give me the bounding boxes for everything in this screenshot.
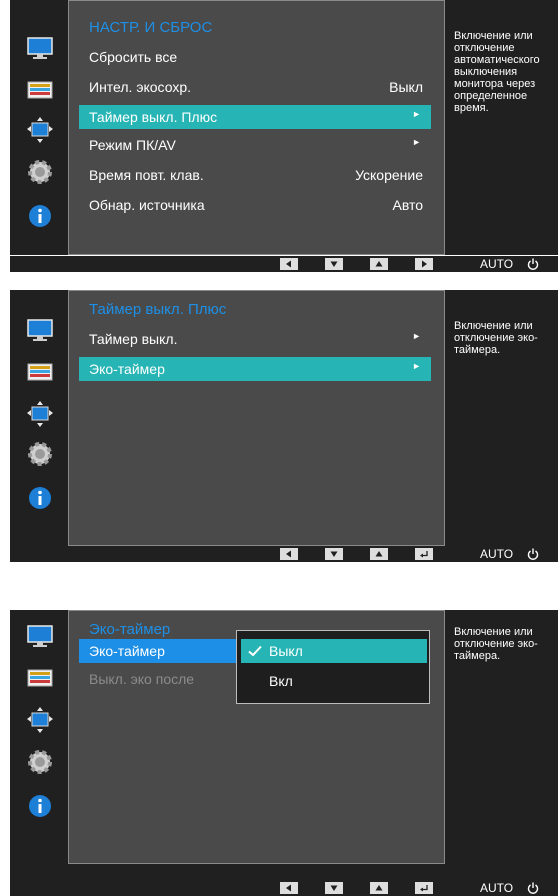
left-key-icon[interactable] (280, 882, 298, 894)
button-bar: AUTO (10, 256, 558, 272)
chevron-right-icon: ► (412, 109, 421, 119)
info-icon[interactable] (26, 792, 54, 820)
info-icon[interactable] (26, 202, 54, 230)
menu-item-label: Выкл. эко после (89, 671, 195, 687)
button-bar: AUTO (10, 546, 558, 562)
help-panel: Включение или отключение эко-таймера. (445, 610, 558, 864)
up-key-icon[interactable] (370, 882, 388, 894)
option-popup: Выкл Вкл (236, 630, 430, 704)
auto-button[interactable]: AUTO (480, 257, 513, 271)
chevron-right-icon: ► (412, 137, 421, 147)
osd-window: Эко-таймер Эко-таймер Выкл. эко после Вк… (10, 610, 558, 880)
power-icon[interactable] (526, 881, 540, 895)
option-on[interactable]: Вкл (241, 669, 427, 693)
help-text: Включение или отключение автоматического… (454, 30, 540, 114)
menu-item-label: Эко-таймер (89, 361, 165, 377)
chevron-right-icon: ► (412, 361, 421, 371)
checkmark-icon (248, 645, 262, 657)
menu-panel: Таймер выкл. Плюс Таймер выкл. ► Эко-тай… (68, 290, 445, 546)
menu-item-label: Интел. экосохр. (89, 79, 191, 95)
osd-screen-3: Эко-таймер Эко-таймер Выкл. эко после Вк… (10, 610, 558, 896)
auto-button[interactable]: AUTO (480, 881, 513, 895)
chevron-right-icon: ► (412, 331, 421, 341)
menu-item-value: Выкл (389, 79, 423, 95)
help-text: Включение или отключение эко-таймера. (454, 626, 538, 662)
option-off[interactable]: Выкл (241, 639, 427, 663)
size-position-icon[interactable] (26, 400, 54, 428)
osd-window: НАСТР. И СБРОС Сбросить все Интел. экосо… (10, 0, 558, 255)
option-label: Выкл (269, 643, 303, 659)
power-icon[interactable] (526, 547, 540, 561)
power-icon[interactable] (526, 257, 540, 271)
help-text: Включение или отключение эко-таймера. (454, 320, 538, 356)
auto-button[interactable]: AUTO (480, 547, 513, 561)
option-label: Вкл (269, 673, 293, 689)
button-bar: AUTO (10, 880, 558, 896)
menu-item-off-timer[interactable]: Таймер выкл. ► (79, 327, 431, 351)
menu-item-pc-av-mode[interactable]: Режим ПК/AV ► (79, 133, 431, 157)
menu-panel: НАСТР. И СБРОС Сбросить все Интел. экосо… (68, 0, 445, 255)
gear-icon[interactable] (26, 440, 54, 468)
down-key-icon[interactable] (325, 882, 343, 894)
size-position-icon[interactable] (26, 116, 54, 144)
color-icon[interactable] (26, 664, 54, 692)
menu-item-reset-all[interactable]: Сбросить все (79, 45, 431, 69)
menu-item-label: Время повт. клав. (89, 167, 204, 183)
color-icon[interactable] (26, 76, 54, 104)
icon-sidebar (10, 290, 68, 546)
menu-item-value: Ускорение (355, 167, 423, 183)
help-panel: Включение или отключение эко-таймера. (445, 290, 558, 546)
up-key-icon[interactable] (370, 548, 388, 560)
osd-screen-1: НАСТР. И СБРОС Сбросить все Интел. экосо… (10, 0, 558, 272)
left-key-icon[interactable] (280, 548, 298, 560)
gear-icon[interactable] (26, 158, 54, 186)
icon-sidebar (10, 0, 68, 255)
osd-screen-2: Таймер выкл. Плюс Таймер выкл. ► Эко-тай… (10, 290, 558, 562)
menu-title: Таймер выкл. Плюс (89, 301, 227, 318)
right-key-icon[interactable] (415, 258, 433, 270)
info-icon[interactable] (26, 484, 54, 512)
menu-item-source-detection[interactable]: Обнар. источника Авто (79, 193, 431, 217)
down-key-icon[interactable] (325, 548, 343, 560)
osd-window: Таймер выкл. Плюс Таймер выкл. ► Эко-тай… (10, 290, 558, 546)
enter-key-icon[interactable] (415, 882, 433, 894)
menu-title: Эко-таймер (89, 621, 171, 638)
monitor-icon[interactable] (26, 34, 54, 62)
down-key-icon[interactable] (325, 258, 343, 270)
gear-icon[interactable] (26, 748, 54, 776)
left-key-icon[interactable] (280, 258, 298, 270)
menu-item-label: Таймер выкл. (89, 331, 178, 347)
menu-item-eco-timer[interactable]: Эко-таймер ► (79, 357, 431, 381)
menu-item-key-repeat[interactable]: Время повт. клав. Ускорение (79, 163, 431, 187)
menu-item-label: Эко-таймер (89, 643, 165, 659)
help-panel: Включение или отключение автоматического… (445, 0, 558, 255)
menu-title: НАСТР. И СБРОС (89, 19, 213, 36)
up-key-icon[interactable] (370, 258, 388, 270)
size-position-icon[interactable] (26, 706, 54, 734)
icon-sidebar (10, 610, 68, 880)
monitor-icon[interactable] (26, 316, 54, 344)
menu-item-label: Обнар. источника (89, 197, 205, 213)
menu-item-label: Таймер выкл. Плюс (89, 109, 218, 125)
menu-item-value: Авто (392, 197, 423, 213)
enter-key-icon[interactable] (415, 548, 433, 560)
menu-item-label: Сбросить все (89, 49, 178, 65)
menu-item-eco-timer[interactable]: Эко-таймер (79, 639, 245, 663)
menu-item-label: Режим ПК/AV (89, 137, 176, 153)
menu-item-off-timer-plus[interactable]: Таймер выкл. Плюс ► (79, 105, 431, 129)
menu-item-eco-saving[interactable]: Интел. экосохр. Выкл (79, 75, 431, 99)
color-icon[interactable] (26, 358, 54, 386)
monitor-icon[interactable] (26, 622, 54, 650)
